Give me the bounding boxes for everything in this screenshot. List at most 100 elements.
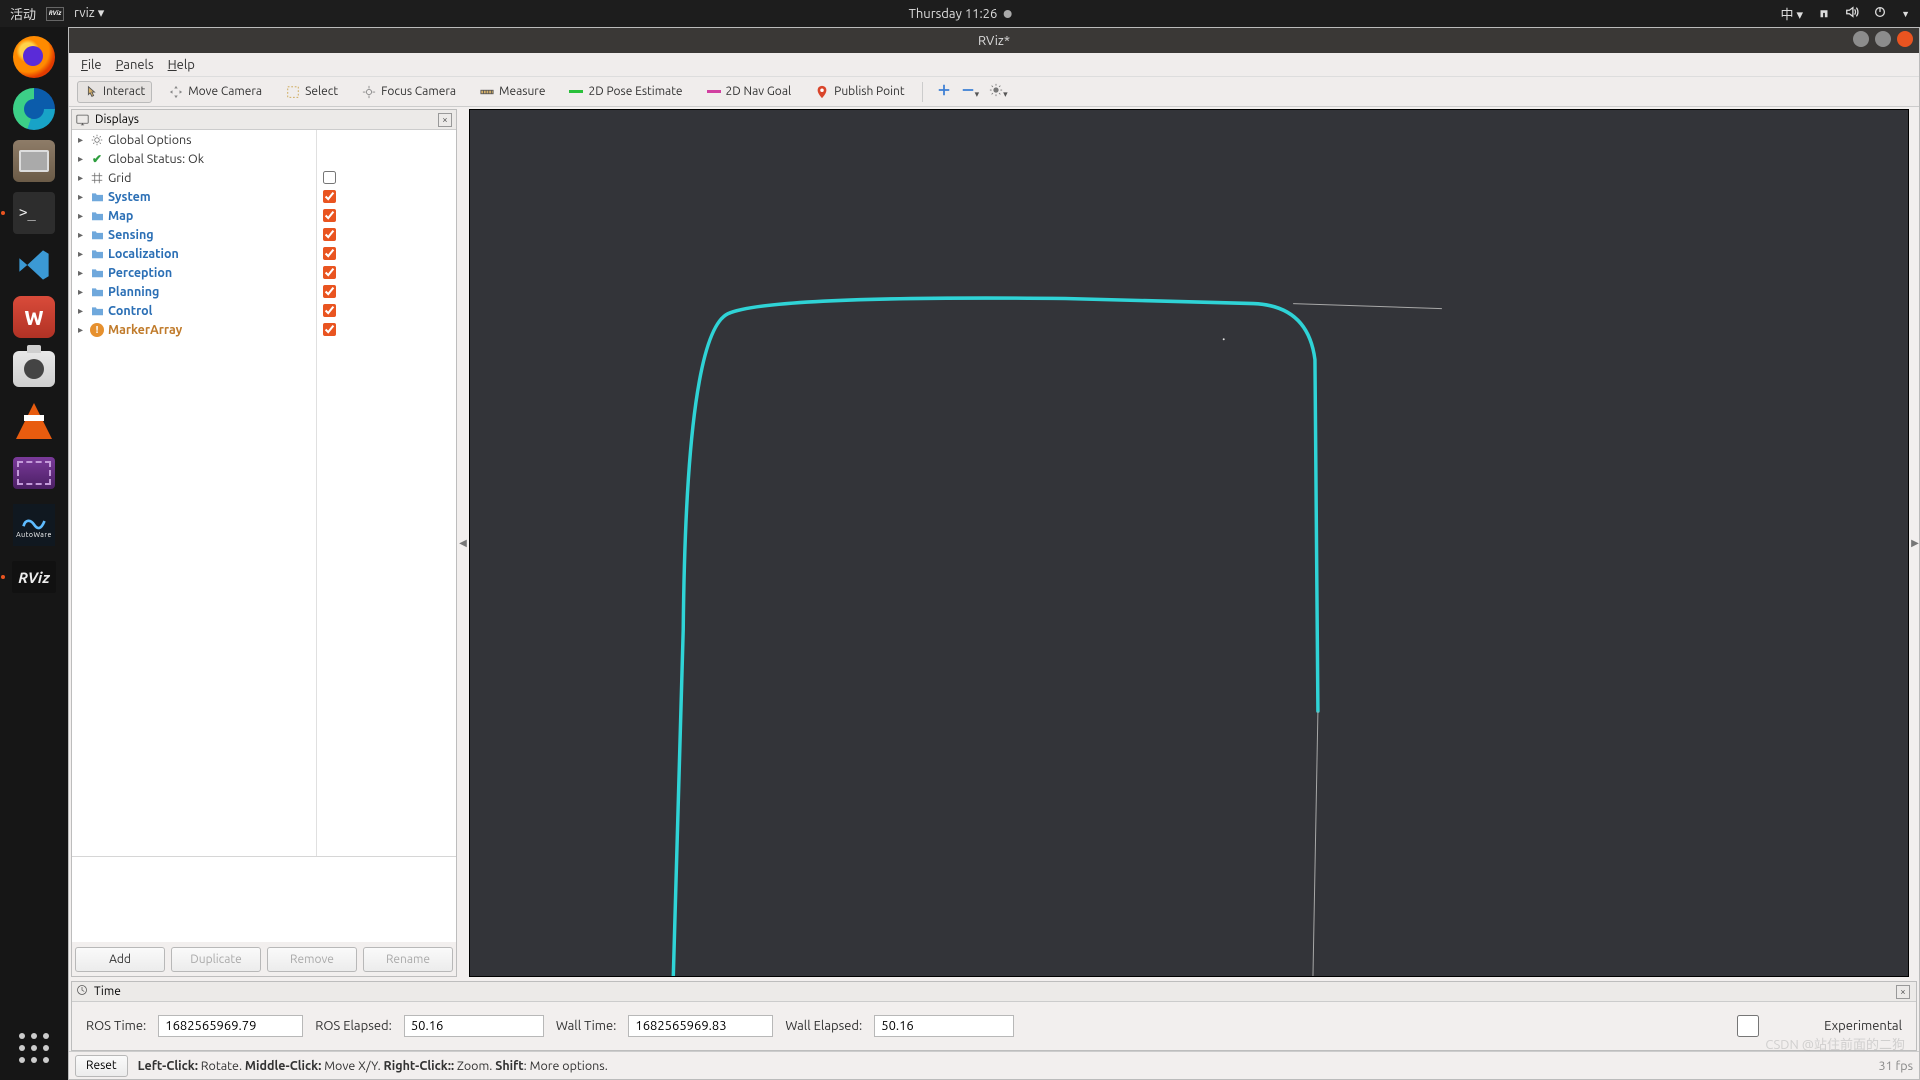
focus-camera-icon <box>362 85 376 99</box>
window-minimize-button[interactable] <box>1853 31 1869 47</box>
tool-move-camera[interactable]: Move Camera <box>162 81 269 103</box>
tool-measure[interactable]: Measure <box>473 81 552 103</box>
remove-tool-button[interactable]: ▾ <box>961 83 980 100</box>
add-tool-button[interactable] <box>937 83 951 100</box>
app-indicator-label[interactable]: rviz ▾ <box>74 6 104 21</box>
tree-item-grid[interactable]: ▸Grid <box>72 168 316 187</box>
expand-arrow-icon[interactable]: ▸ <box>78 286 86 298</box>
visibility-checkbox[interactable] <box>323 209 336 222</box>
visibility-checkbox[interactable] <box>323 171 336 184</box>
tree-item-checkbox-row <box>317 168 456 187</box>
visibility-checkbox[interactable] <box>323 323 336 336</box>
media-icon <box>13 457 55 489</box>
dock-app-edge[interactable] <box>7 85 61 133</box>
tree-item-markerarray[interactable]: ▸!MarkerArray <box>72 320 316 339</box>
menu-file[interactable]: File <box>81 58 102 72</box>
dock-app-terminal[interactable]: >_ <box>7 189 61 237</box>
tool-nav-goal-label: 2D Nav Goal <box>726 85 792 98</box>
dock-app-media[interactable] <box>7 449 61 497</box>
firefox-icon <box>13 36 55 78</box>
tree-item-global-options[interactable]: ▸Global Options <box>72 130 316 149</box>
activities-button[interactable]: 活动 <box>10 4 36 23</box>
window-titlebar[interactable]: RViz* <box>69 28 1919 53</box>
3d-view[interactable] <box>469 109 1909 977</box>
duplicate-button[interactable]: Duplicate <box>171 947 261 972</box>
expand-arrow-icon[interactable]: ▸ <box>78 134 86 146</box>
visibility-checkbox[interactable] <box>323 247 336 260</box>
dock-app-vlc[interactable] <box>7 397 61 445</box>
left-collapse-handle[interactable]: ◀ <box>459 107 467 979</box>
system-menu-chevron-icon[interactable]: ▼ <box>1901 9 1910 19</box>
tool-publish-point[interactable]: Publish Point <box>808 81 911 103</box>
dock-app-files[interactable] <box>7 137 61 185</box>
expand-arrow-icon[interactable]: ▸ <box>78 248 86 260</box>
expand-arrow-icon[interactable]: ▸ <box>78 153 86 165</box>
menu-panels[interactable]: Panels <box>116 58 154 72</box>
visibility-checkbox[interactable] <box>323 228 336 241</box>
tool-interact[interactable]: Interact <box>77 81 152 103</box>
visibility-checkbox[interactable] <box>323 190 336 203</box>
tool-properties-button[interactable]: ▾ <box>989 83 1008 100</box>
time-panel-close-button[interactable]: × <box>1896 985 1910 999</box>
expand-arrow-icon[interactable]: ▸ <box>78 172 86 184</box>
tool-select[interactable]: Select <box>279 81 345 103</box>
visibility-checkbox[interactable] <box>323 285 336 298</box>
reset-button[interactable]: Reset <box>75 1055 128 1077</box>
dock-app-wps[interactable]: W <box>7 293 61 341</box>
tool-2d-pose-estimate[interactable]: 2D Pose Estimate <box>562 81 689 102</box>
displays-panel-header[interactable]: Displays × <box>72 110 456 130</box>
tree-item-control[interactable]: ▸Control <box>72 301 316 320</box>
expand-arrow-icon[interactable]: ▸ <box>78 210 86 222</box>
grid-icon <box>90 171 104 185</box>
tree-item-global-status-ok[interactable]: ▸✔Global Status: Ok <box>72 149 316 168</box>
time-panel: Time × ROS Time: ROS Elapsed: Wall Time:… <box>71 981 1917 1051</box>
experimental-checkbox[interactable] <box>1678 1015 1818 1037</box>
tool-focus-camera[interactable]: Focus Camera <box>355 81 463 103</box>
clock-label[interactable]: Thursday 11:26 <box>909 7 998 21</box>
files-icon <box>13 140 55 182</box>
window-maximize-button[interactable] <box>1875 31 1891 47</box>
autoware-icon: AutoWare <box>13 504 55 546</box>
right-collapse-handle[interactable]: ▶ <box>1911 107 1919 979</box>
add-button[interactable]: Add <box>75 947 165 972</box>
expand-arrow-icon[interactable]: ▸ <box>78 229 86 241</box>
wall-elapsed-field[interactable] <box>874 1015 1014 1037</box>
wall-time-field[interactable] <box>628 1015 773 1037</box>
network-icon[interactable] <box>1817 5 1831 22</box>
dock-app-firefox[interactable] <box>7 33 61 81</box>
time-panel-header[interactable]: Time × <box>72 982 1916 1002</box>
tool-2d-nav-goal[interactable]: 2D Nav Goal <box>700 81 799 102</box>
expand-arrow-icon[interactable]: ▸ <box>78 324 86 336</box>
tree-item-planning[interactable]: ▸Planning <box>72 282 316 301</box>
window-close-button[interactable] <box>1897 31 1913 47</box>
show-applications-button[interactable] <box>14 1028 54 1068</box>
displays-panel-close-button[interactable]: × <box>438 113 452 127</box>
tree-item-system[interactable]: ▸System <box>72 187 316 206</box>
volume-icon[interactable] <box>1845 5 1859 22</box>
dock-app-vscode[interactable] <box>7 241 61 289</box>
recording-indicator-icon <box>1003 10 1011 18</box>
app-indicator-icon[interactable]: RViz <box>46 7 64 21</box>
tree-item-map[interactable]: ▸Map <box>72 206 316 225</box>
expand-arrow-icon[interactable]: ▸ <box>78 267 86 279</box>
expand-arrow-icon[interactable]: ▸ <box>78 191 86 203</box>
folder-icon <box>90 285 104 299</box>
gnome-topbar: 活动 RViz rviz ▾ Thursday 11:26 中 ▾ ▼ <box>0 0 1920 27</box>
tree-item-localization[interactable]: ▸Localization <box>72 244 316 263</box>
dock-app-rviz[interactable]: RViz <box>7 553 61 601</box>
dock-app-autoware[interactable]: AutoWare <box>7 501 61 549</box>
remove-button[interactable]: Remove <box>267 947 357 972</box>
tree-item-sensing[interactable]: ▸Sensing <box>72 225 316 244</box>
ros-time-field[interactable] <box>158 1015 303 1037</box>
ime-indicator[interactable]: 中 ▾ <box>1781 4 1804 23</box>
visibility-checkbox[interactable] <box>323 304 336 317</box>
ros-elapsed-field[interactable] <box>404 1015 544 1037</box>
dock-app-camera[interactable] <box>7 345 61 393</box>
power-icon[interactable] <box>1873 5 1887 22</box>
rename-button[interactable]: Rename <box>363 947 453 972</box>
visibility-checkbox[interactable] <box>323 266 336 279</box>
displays-tree[interactable]: ▸Global Options▸✔Global Status: Ok▸Grid▸… <box>72 130 316 856</box>
tree-item-perception[interactable]: ▸Perception <box>72 263 316 282</box>
expand-arrow-icon[interactable]: ▸ <box>78 305 86 317</box>
menu-help[interactable]: Help <box>168 58 195 72</box>
